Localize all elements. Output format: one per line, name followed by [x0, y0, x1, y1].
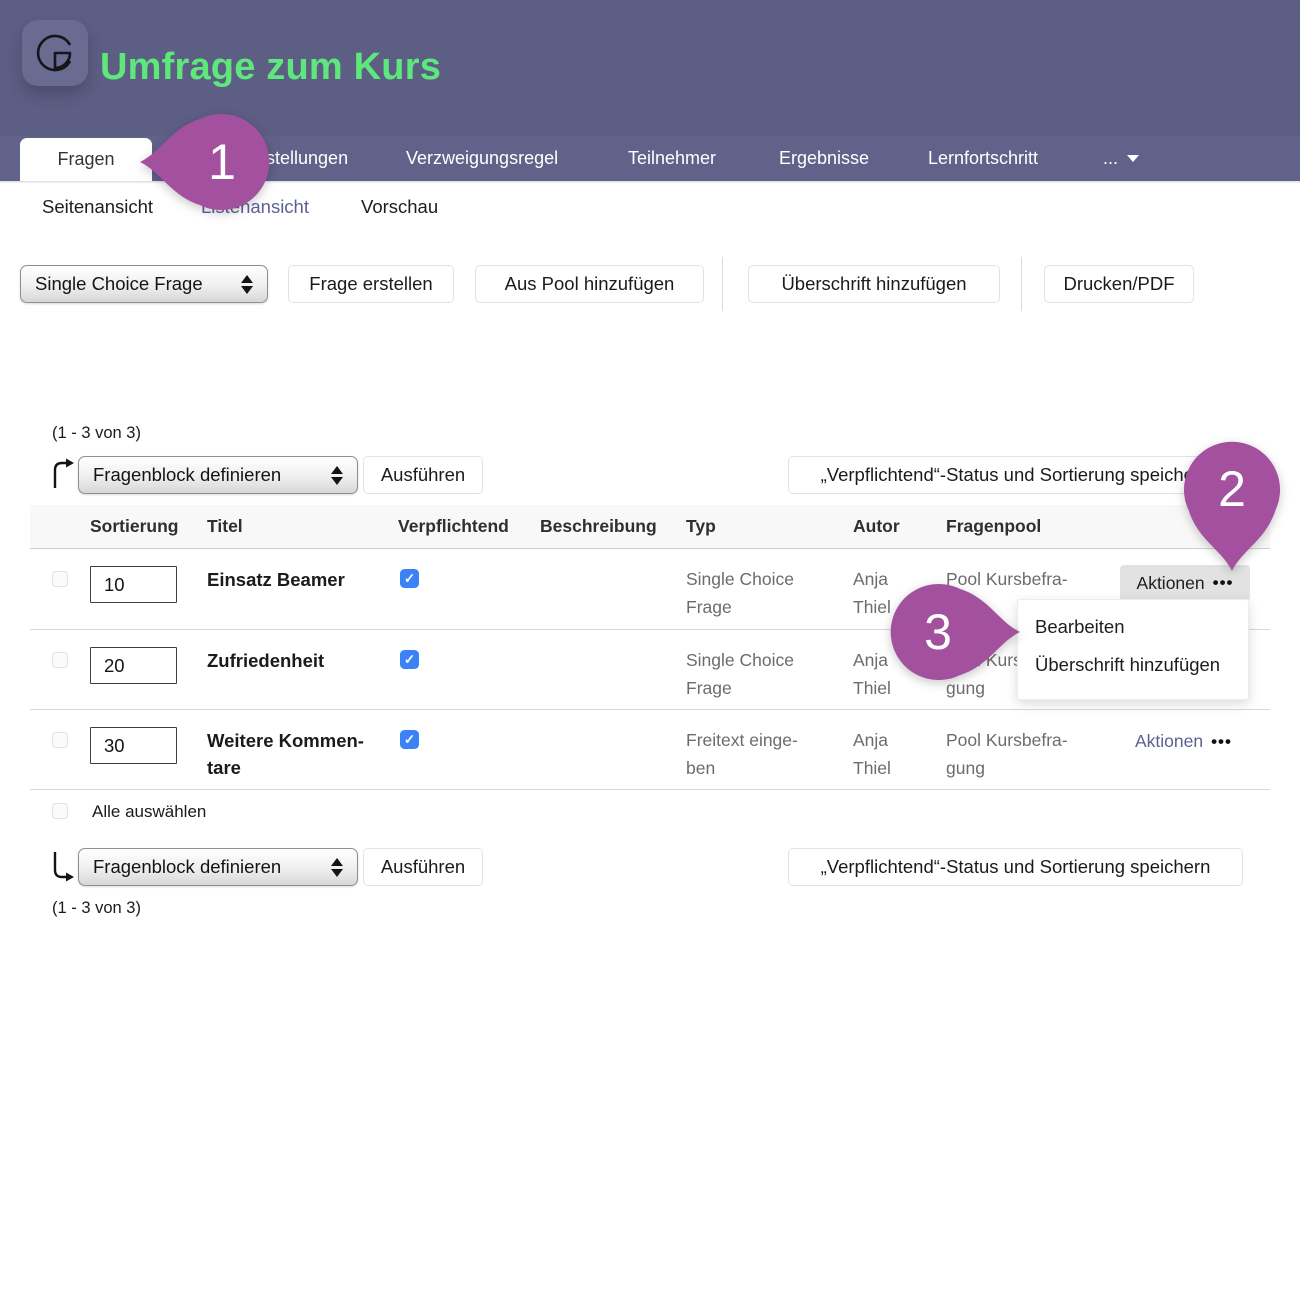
col-typ: Typ: [686, 516, 716, 537]
annotation-step-1: 1: [192, 132, 252, 192]
col-beschreibung: Beschreibung: [540, 516, 657, 537]
sort-input[interactable]: [90, 727, 177, 764]
question-author: Anja Thiel: [853, 727, 933, 782]
tab-more-label: ...: [1103, 148, 1118, 169]
col-verpflichtend: Verpflichtend: [398, 516, 509, 537]
subtab-vorschau[interactable]: Vorschau: [361, 196, 438, 218]
question-type: Single Choice Frage: [686, 566, 841, 621]
select-spinner-icon: [331, 466, 343, 485]
add-heading-button[interactable]: Überschrift hinzufügen: [748, 265, 1000, 303]
save-status-button-bottom[interactable]: „Verpflichtend“-Status und Sortierung sp…: [788, 848, 1243, 886]
mandatory-checkbox[interactable]: [400, 730, 419, 749]
tab-more[interactable]: ...: [1103, 135, 1139, 181]
question-title: Weitere Kommen- tare: [207, 727, 387, 781]
create-question-button[interactable]: Frage erstellen: [288, 265, 454, 303]
g-logo-icon: [34, 32, 76, 74]
sort-input[interactable]: [90, 647, 177, 684]
app-logo[interactable]: [22, 20, 88, 86]
execute-button-bottom[interactable]: Ausführen: [363, 848, 483, 886]
table-header: Sortierung Titel Verpflichtend Beschreib…: [30, 505, 1270, 549]
chevron-down-icon: [1127, 155, 1139, 162]
actions-link-label: Aktionen: [1135, 731, 1203, 752]
select-all-checkbox[interactable]: [52, 803, 68, 819]
tab-ergebnisse[interactable]: Ergebnisse: [779, 135, 869, 181]
batch-action-select-top-value: Fragenblock definieren: [93, 464, 321, 486]
actions-link[interactable]: Aktionen •••: [1135, 731, 1232, 752]
toolbar-divider: [1021, 257, 1022, 311]
print-pdf-button[interactable]: Drucken/PDF: [1044, 265, 1194, 303]
menu-item-ueberschrift[interactable]: Überschrift hinzufügen: [1035, 654, 1220, 676]
sort-input[interactable]: [90, 566, 177, 603]
annotation-step-2: 2: [1202, 459, 1262, 519]
execute-button-top[interactable]: Ausführen: [363, 456, 483, 494]
select-spinner-icon: [331, 858, 343, 877]
result-count-bottom: (1 - 3 von 3): [52, 899, 141, 918]
batch-arrow-down-right-icon: [50, 850, 76, 882]
tab-teilnehmer[interactable]: Teilnehmer: [628, 135, 716, 181]
tab-verzweigungsregel[interactable]: Verzweigungsregel: [406, 135, 558, 181]
col-titel: Titel: [207, 516, 243, 537]
result-count-top: (1 - 3 von 3): [52, 424, 141, 443]
add-from-pool-button[interactable]: Aus Pool hinzufügen: [475, 265, 704, 303]
batch-action-select-top[interactable]: Fragenblock definieren: [78, 456, 358, 494]
toolbar-divider: [722, 257, 723, 311]
question-title: Einsatz Beamer: [207, 566, 387, 593]
question-pool: Pool Kursbefra- gung: [946, 727, 1111, 782]
mandatory-checkbox[interactable]: [400, 569, 419, 588]
menu-item-bearbeiten[interactable]: Bearbeiten: [1035, 616, 1124, 638]
select-all-label: Alle auswählen: [92, 802, 206, 822]
mandatory-checkbox[interactable]: [400, 650, 419, 669]
row-select-checkbox[interactable]: [52, 652, 68, 668]
row-select-checkbox[interactable]: [52, 571, 68, 587]
question-type: Single Choice Frage: [686, 647, 841, 702]
annotation-step-3: 3: [908, 602, 968, 662]
question-type-select[interactable]: Single Choice Frage: [20, 265, 268, 303]
batch-arrow-up-right-icon: [50, 458, 76, 490]
row-select-checkbox[interactable]: [52, 732, 68, 748]
ellipsis-icon: •••: [1211, 732, 1232, 752]
tab-lernfortschritt[interactable]: Lernfortschritt: [928, 135, 1038, 181]
batch-action-select-bottom[interactable]: Fragenblock definieren: [78, 848, 358, 886]
select-spinner-icon: [241, 275, 253, 294]
col-sortierung: Sortierung: [90, 516, 178, 537]
question-type-select-value: Single Choice Frage: [35, 273, 231, 295]
question-type: Freitext einge- ben: [686, 727, 841, 782]
table-row: Weitere Kommen- tare Freitext einge- ben…: [30, 710, 1270, 790]
batch-action-select-bottom-value: Fragenblock definieren: [93, 856, 321, 878]
actions-menu: Bearbeiten Überschrift hinzufügen: [1017, 599, 1249, 700]
question-title: Zufriedenheit: [207, 647, 387, 674]
